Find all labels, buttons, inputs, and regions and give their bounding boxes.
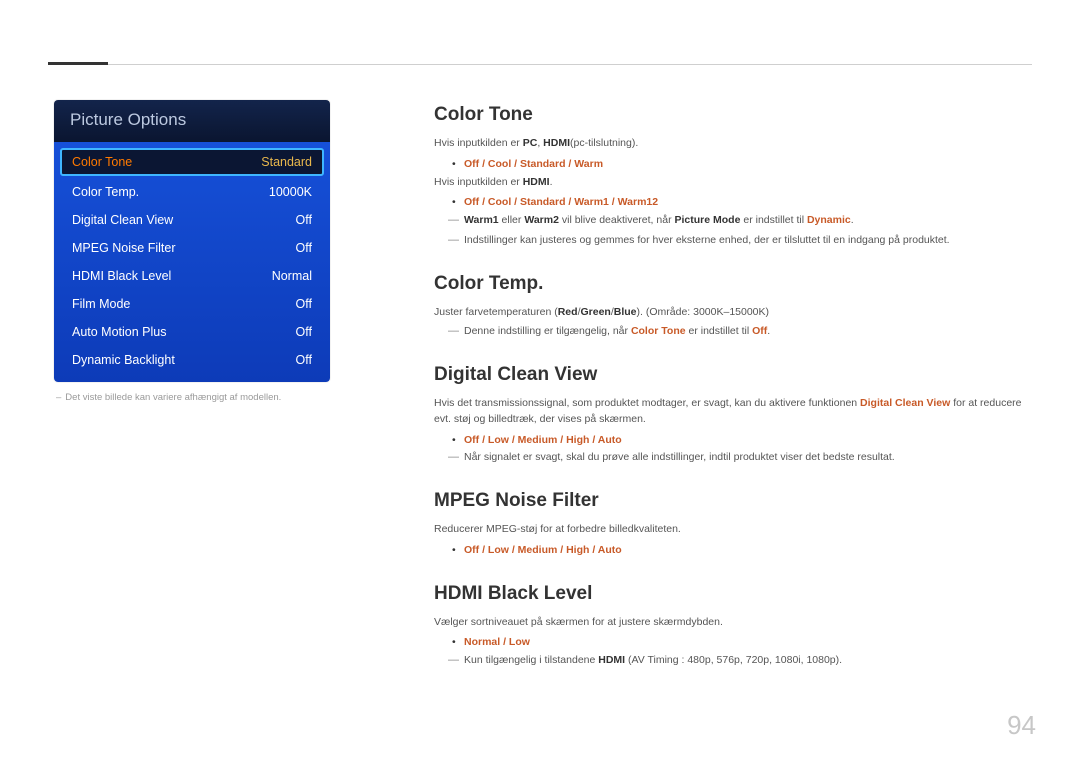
header-divider: [48, 64, 1032, 65]
bullet-item: Off / Cool / Standard / Warm1 / Warm12: [434, 194, 1032, 211]
right-column: Color Tone Hvis inputkilden er PC, HDMI(…: [434, 100, 1032, 743]
bullet-item: Normal / Low: [434, 634, 1032, 651]
section-title: Color Tone: [434, 104, 1032, 126]
text-line: Juster farvetemperaturen (Red/Green/Blue…: [434, 305, 1032, 321]
text-line: Reducerer MPEG-støj for at forbedre bill…: [434, 522, 1032, 538]
panel-caption: Det viste billede kan variere afhængigt …: [54, 392, 330, 403]
row-label: Color Temp.: [72, 185, 139, 199]
menu-row-mpeg-noise-filter[interactable]: MPEG Noise Filter Off: [60, 234, 324, 262]
text-line: Hvis inputkilden er PC, HDMI(pc-tilslutn…: [434, 136, 1032, 152]
row-label: Auto Motion Plus: [72, 325, 167, 339]
bullet-item: Off / Cool / Standard / Warm: [434, 156, 1032, 173]
section-title: MPEG Noise Filter: [434, 490, 1032, 512]
row-value: Standard: [261, 155, 312, 169]
menu-row-color-tone[interactable]: Color Tone Standard: [60, 148, 324, 176]
menu-row-hdmi-black-level[interactable]: HDMI Black Level Normal: [60, 262, 324, 290]
page-content: Picture Options Color Tone Standard Colo…: [54, 100, 1032, 743]
section-mpeg-noise-filter: MPEG Noise Filter Reducerer MPEG-støj fo…: [434, 490, 1032, 559]
row-value: Normal: [272, 269, 312, 283]
row-label: MPEG Noise Filter: [72, 241, 176, 255]
dash-note: Når signalet er svagt, skal du prøve all…: [434, 450, 1032, 466]
row-value: Off: [296, 325, 312, 339]
page-number: 94: [1007, 710, 1036, 741]
row-value: Off: [296, 353, 312, 367]
dash-note: Warm1 eller Warm2 vil blive deaktiveret,…: [434, 213, 1032, 229]
menu-row-auto-motion-plus[interactable]: Auto Motion Plus Off: [60, 318, 324, 346]
row-value: 10000K: [269, 185, 312, 199]
menu-row-digital-clean-view[interactable]: Digital Clean View Off: [60, 206, 324, 234]
menu-row-film-mode[interactable]: Film Mode Off: [60, 290, 324, 318]
menu-row-dynamic-backlight[interactable]: Dynamic Backlight Off: [60, 346, 324, 374]
left-column: Picture Options Color Tone Standard Colo…: [54, 100, 330, 743]
bullet-item: Off / Low / Medium / High / Auto: [434, 542, 1032, 559]
row-value: Off: [296, 241, 312, 255]
section-color-tone: Color Tone Hvis inputkilden er PC, HDMI(…: [434, 104, 1032, 249]
row-label: Digital Clean View: [72, 213, 173, 227]
dash-note: Kun tilgængelig i tilstandene HDMI (AV T…: [434, 653, 1032, 669]
menu-row-color-temp[interactable]: Color Temp. 10000K: [60, 178, 324, 206]
header-accent: [48, 62, 108, 65]
row-label: Dynamic Backlight: [72, 353, 175, 367]
row-label: Color Tone: [72, 155, 132, 169]
section-title: HDMI Black Level: [434, 583, 1032, 605]
row-label: Film Mode: [72, 297, 130, 311]
row-value: Off: [296, 213, 312, 227]
section-color-temp: Color Temp. Juster farvetemperaturen (Re…: [434, 273, 1032, 341]
picture-options-panel: Picture Options Color Tone Standard Colo…: [54, 100, 330, 382]
panel-title: Picture Options: [54, 100, 330, 142]
text-line: Hvis det transmissionssignal, som produk…: [434, 396, 1032, 428]
section-digital-clean-view: Digital Clean View Hvis det transmission…: [434, 364, 1032, 466]
section-title: Color Temp.: [434, 273, 1032, 295]
dash-note: Indstillinger kan justeres og gemmes for…: [434, 233, 1032, 249]
bullet-item: Off / Low / Medium / High / Auto: [434, 432, 1032, 449]
row-label: HDMI Black Level: [72, 269, 171, 283]
section-hdmi-black-level: HDMI Black Level Vælger sortniveauet på …: [434, 583, 1032, 669]
text-line: Vælger sortniveauet på skærmen for at ju…: [434, 615, 1032, 631]
dash-note: Denne indstilling er tilgængelig, når Co…: [434, 324, 1032, 340]
section-title: Digital Clean View: [434, 364, 1032, 386]
row-value: Off: [296, 297, 312, 311]
panel-body: Color Tone Standard Color Temp. 10000K D…: [54, 142, 330, 382]
text-line: Hvis inputkilden er HDMI.: [434, 175, 1032, 191]
